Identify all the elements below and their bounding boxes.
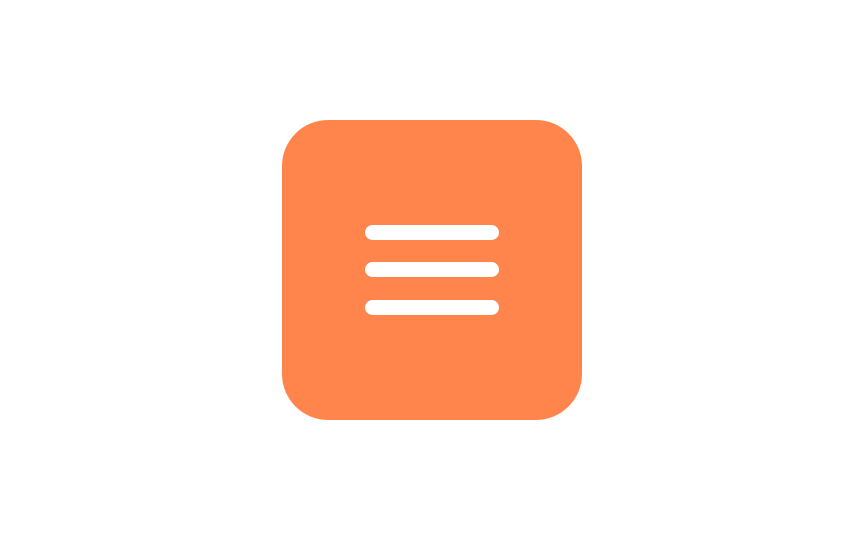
menu-icon-bar-top xyxy=(365,225,499,240)
menu-button[interactable] xyxy=(282,120,582,420)
hamburger-menu-icon xyxy=(365,225,499,315)
menu-icon-bar-middle xyxy=(365,262,499,277)
menu-icon-bar-bottom xyxy=(365,300,499,315)
